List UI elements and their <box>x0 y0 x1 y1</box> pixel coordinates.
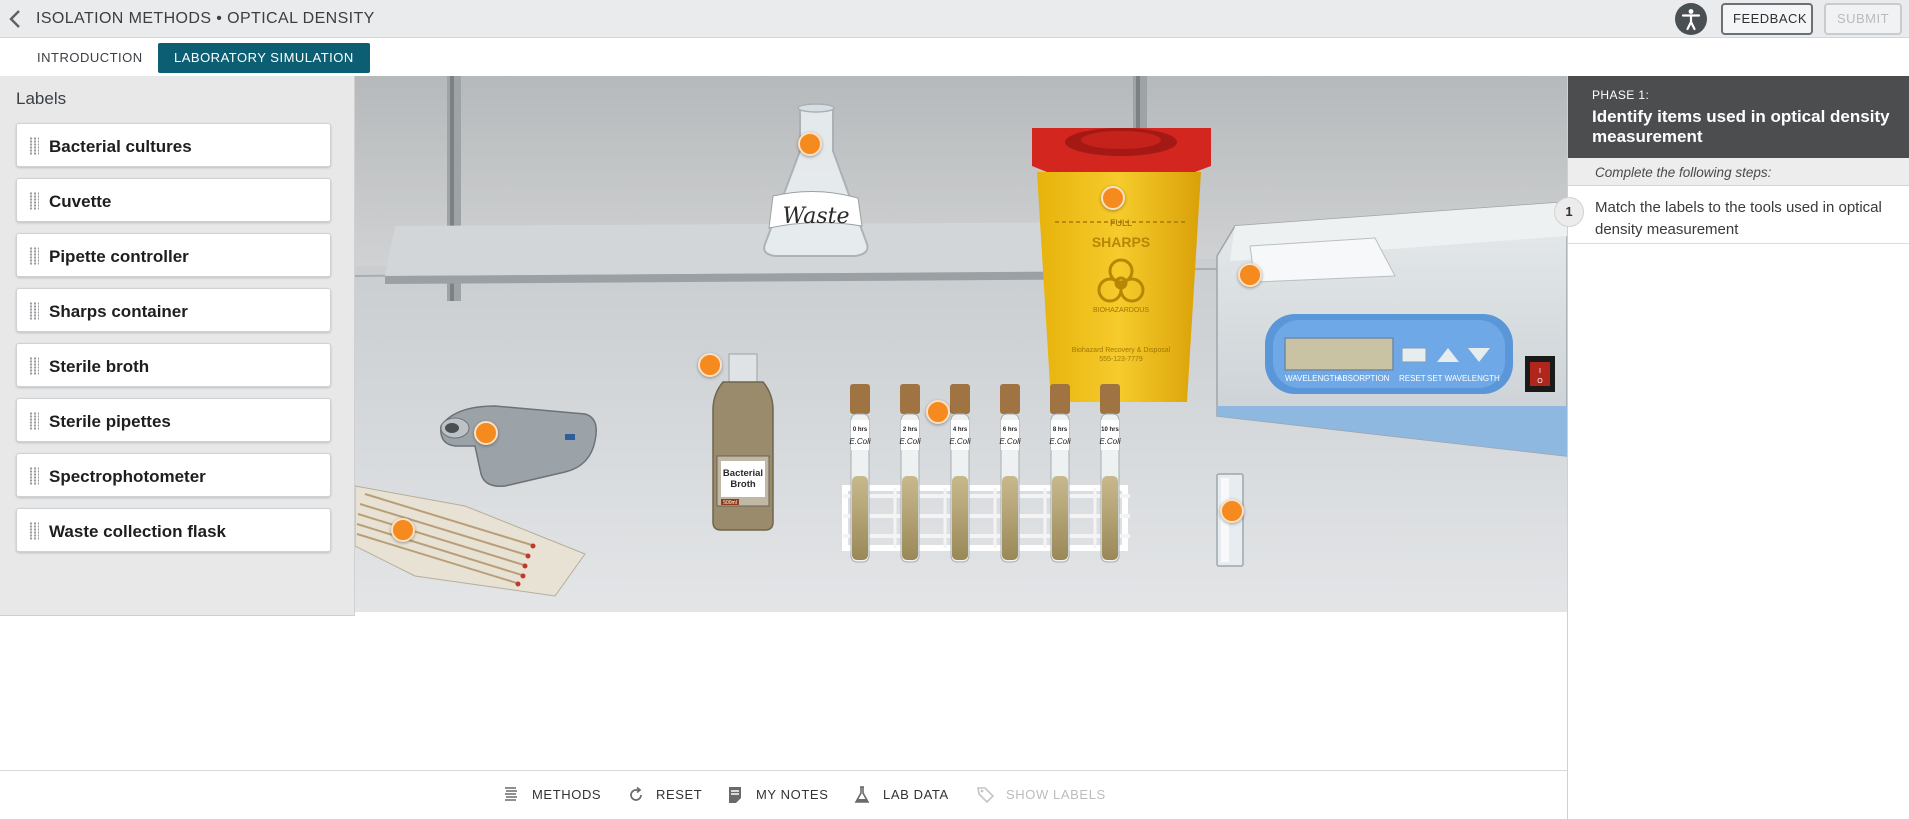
tag-icon <box>977 787 995 804</box>
show-labels-button[interactable]: SHOW LABELS <box>977 784 1107 806</box>
broth-label-line2: Broth <box>730 479 756 490</box>
broth-volume-label: 500ml <box>723 500 737 506</box>
drag-handle-icon[interactable] <box>29 137 39 155</box>
tube-label-name: E.Coli <box>949 437 971 446</box>
tube-label-time: 2 hrs <box>903 427 918 433</box>
drag-handle-icon[interactable] <box>29 522 39 540</box>
step-number-badge: 1 <box>1554 197 1584 227</box>
label-card-pipette-controller[interactable]: Pipette controller <box>16 233 331 277</box>
sharps-fine-print: Biohazard Recovery & Disposal <box>1072 347 1171 354</box>
accessibility-icon[interactable] <box>1675 3 1707 35</box>
lab-data-button[interactable]: LAB DATA <box>854 784 954 806</box>
hotspot-spectrophotometer[interactable] <box>1238 263 1262 287</box>
hotspot-bacterial-cultures[interactable] <box>926 400 950 424</box>
phase-kicker: PHASE 1: <box>1592 88 1650 102</box>
label-card-waste-collection-flask[interactable]: Waste collection flask <box>16 508 331 552</box>
labels-panel: Labels Bacterial cultures Cuvette Pipett… <box>0 76 355 616</box>
tube-label-time: 0 hrs <box>853 427 868 433</box>
drag-handle-icon[interactable] <box>29 467 39 485</box>
back-chevron-icon[interactable] <box>6 9 26 29</box>
label-card-text: Sharps container <box>49 302 188 321</box>
lab-scene-illustration: Waste FULL SHARPS BIOHAZARDOUS Biohazard… <box>355 76 1567 612</box>
label-card-text: Bacterial cultures <box>49 137 192 156</box>
reset-button[interactable]: RESET <box>627 784 707 806</box>
tube-label-time: 10 hrs <box>1101 427 1119 433</box>
top-bar: ISOLATION METHODS • OPTICAL DENSITY FEED… <box>0 0 1909 38</box>
spectro-wavelength-label: WAVELENGTH <box>1285 374 1340 383</box>
hotspot-cuvette[interactable] <box>1220 499 1244 523</box>
label-card-spectrophotometer[interactable]: Spectrophotometer <box>16 453 331 497</box>
tube-label-time: 6 hrs <box>1003 427 1018 433</box>
sharps-label: SHARPS <box>1092 234 1150 250</box>
phase-header: PHASE 1: Identify items used in optical … <box>1568 76 1909 158</box>
hotspot-sterile-broth[interactable] <box>698 353 722 377</box>
tab-laboratory-simulation[interactable]: LABORATORY SIMULATION <box>158 43 370 73</box>
bottom-toolbar: METHODS RESET MY NOTES LAB DATA SHOW LAB… <box>0 770 1567 819</box>
phase-title: Identify items used in optical density m… <box>1592 107 1890 146</box>
tube-label-name: E.Coli <box>1049 437 1071 446</box>
sharps-fine-print-phone: 555-123-7779 <box>1099 356 1143 363</box>
steps-intro: Complete the following steps: <box>1568 158 1909 186</box>
my-notes-button[interactable]: MY NOTES <box>727 784 829 806</box>
tab-bar: INTRODUCTION LABORATORY SIMULATION <box>0 38 1909 76</box>
methods-button[interactable]: METHODS <box>503 784 603 806</box>
label-card-bacterial-cultures[interactable]: Bacterial cultures <box>16 123 331 167</box>
tube-label-name: E.Coli <box>999 437 1021 446</box>
submit-button[interactable]: SUBMIT <box>1824 3 1902 35</box>
label-card-sterile-broth[interactable]: Sterile broth <box>16 343 331 387</box>
sharps-fill-line: FULL <box>1110 218 1132 228</box>
tube-label-name: E.Coli <box>1099 437 1121 446</box>
label-card-text: Spectrophotometer <box>49 467 206 486</box>
reset-icon <box>630 786 642 801</box>
flask-icon <box>854 786 870 803</box>
hotspot-sharps-container[interactable] <box>1101 186 1125 210</box>
instructions-panel: PHASE 1: Identify items used in optical … <box>1554 76 1909 819</box>
spectro-power-on: I <box>1539 368 1541 375</box>
tube-label-name: E.Coli <box>849 437 871 446</box>
label-card-text: Sterile pipettes <box>49 412 171 431</box>
hotspot-waste-flask[interactable] <box>798 132 822 156</box>
tab-introduction[interactable]: INTRODUCTION <box>21 43 159 73</box>
drag-handle-icon[interactable] <box>29 357 39 375</box>
tube-label-time: 8 hrs <box>1053 427 1068 433</box>
waste-flask-label: Waste <box>783 204 850 229</box>
label-card-cuvette[interactable]: Cuvette <box>16 178 331 222</box>
step-row: 1 Match the labels to the tools used in … <box>1554 186 1909 244</box>
hotspot-pipette-controller[interactable] <box>474 421 498 445</box>
show-labels-label: SHOW LABELS <box>1006 787 1106 802</box>
steps-intro-text: Complete the following steps: <box>1595 165 1772 180</box>
spectro-power-off: O <box>1537 378 1543 385</box>
sharps-sublabel: BIOHAZARDOUS <box>1093 307 1149 314</box>
methods-list-icon <box>505 787 517 801</box>
spectro-absorption-label: ABSORPTION <box>1337 374 1390 383</box>
drag-handle-icon[interactable] <box>29 247 39 265</box>
lab-bench-scene: Waste FULL SHARPS BIOHAZARDOUS Biohazard… <box>355 76 1567 612</box>
my-notes-label: MY NOTES <box>756 787 829 802</box>
notes-icon <box>729 787 741 803</box>
label-card-text: Sterile broth <box>49 357 150 376</box>
hotspot-sterile-pipettes[interactable] <box>391 518 415 542</box>
label-card-text: Waste collection flask <box>49 522 226 541</box>
reset-label: RESET <box>656 787 703 802</box>
methods-label: METHODS <box>532 787 602 802</box>
labels-panel-title: Labels <box>16 89 67 108</box>
broth-label-line1: Bacterial <box>723 468 763 479</box>
drag-handle-icon[interactable] <box>29 412 39 430</box>
tube-label-name: E.Coli <box>899 437 921 446</box>
label-card-text: Cuvette <box>49 192 112 211</box>
lab-data-label: LAB DATA <box>883 787 949 802</box>
label-card-sterile-pipettes[interactable]: Sterile pipettes <box>16 398 331 442</box>
tube-label-time: 4 hrs <box>953 427 968 433</box>
label-card-text: Pipette controller <box>49 247 189 266</box>
drag-handle-icon[interactable] <box>29 302 39 320</box>
app-title: ISOLATION METHODS • OPTICAL DENSITY <box>36 10 375 27</box>
spectro-reset-label: RESET <box>1399 374 1426 383</box>
label-card-sharps-container[interactable]: Sharps container <box>16 288 331 332</box>
step-text: Match the labels to the tools used in op… <box>1595 199 1882 238</box>
spectro-set-label: SET WAVELENGTH <box>1427 374 1500 383</box>
drag-handle-icon[interactable] <box>29 192 39 210</box>
feedback-button[interactable]: FEEDBACK <box>1721 3 1813 35</box>
